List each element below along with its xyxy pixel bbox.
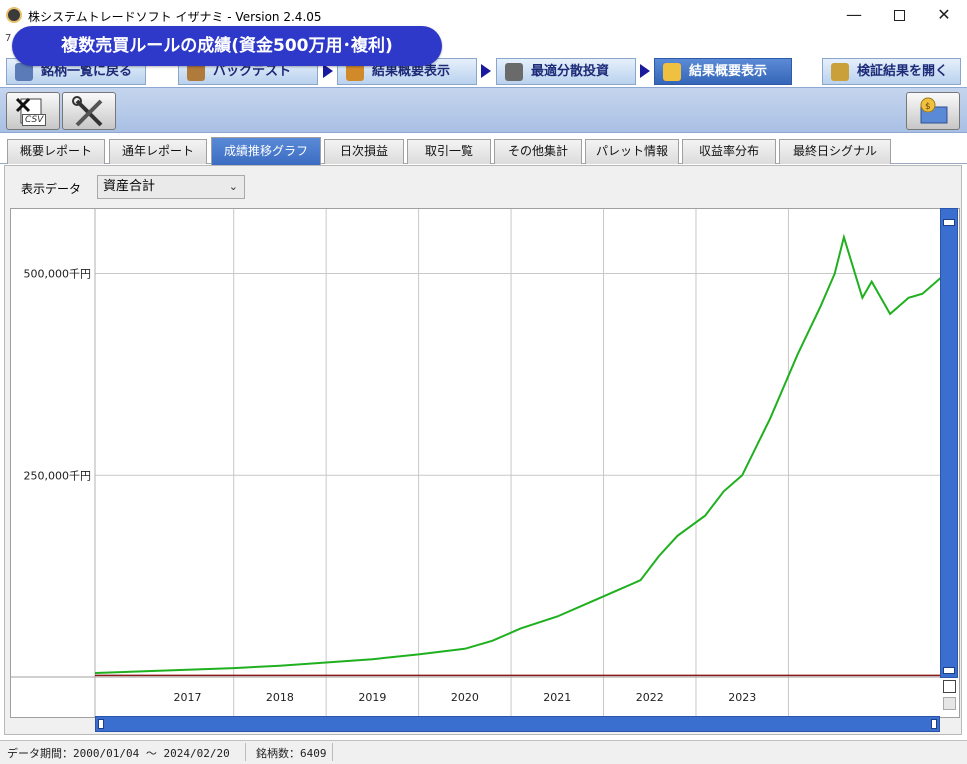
- chart-svg: 250,000千円 500,000千円 2017 2018 2019 2020 2021 20…: [11, 209, 941, 717]
- status-divider: [245, 743, 246, 761]
- horizontal-scroll-thumb-right[interactable]: [931, 719, 937, 729]
- settings-tools-button[interactable]: [62, 92, 116, 130]
- nav-label: 結果概要表示: [372, 64, 451, 79]
- row-digit: 7: [5, 33, 12, 44]
- tab-overview-report[interactable]: 概要レポート: [7, 139, 105, 164]
- y-tick-label: 250,000千円: [24, 469, 92, 482]
- tab-trade-list[interactable]: 取引一覧: [407, 139, 491, 164]
- display-data-label: 表示データ: [21, 182, 82, 196]
- x-tick-label: 2021: [543, 691, 571, 704]
- tab-annual-report[interactable]: 通年レポート: [109, 139, 207, 164]
- tab-palette-info[interactable]: パレット情報: [585, 139, 679, 164]
- toolbar: CSV $: [0, 87, 967, 133]
- bar-chart-icon: [663, 63, 681, 81]
- display-data-value: 資産合計: [103, 179, 156, 194]
- csv-label: CSV: [22, 114, 47, 126]
- money-icon: $: [920, 97, 948, 124]
- maximize-button[interactable]: [876, 0, 922, 30]
- x-tick-label: 2023: [728, 691, 756, 704]
- nav-label: 最適分散投資: [531, 64, 610, 79]
- tab-last-day-signal[interactable]: 最終日シグナル: [779, 139, 891, 164]
- report-tabs: 概要レポート 通年レポート 成績推移グラフ 日次損益 取引一覧 その他集計 パレ…: [0, 134, 967, 165]
- rule-badge: 複数売買ルールの成績(資金500万用･複利): [12, 26, 442, 66]
- window-title: 株システムトレードソフト イザナミ - Version 2.4.05: [28, 10, 322, 24]
- tab-performance-graph[interactable]: 成績推移グラフ: [211, 137, 321, 165]
- nav-open-results[interactable]: 検証結果を開く: [822, 58, 961, 85]
- y-tick-label: 500,000千円: [24, 268, 92, 281]
- chevron-down-icon: ⌄: [228, 180, 238, 193]
- x-tick-label: 2022: [636, 691, 664, 704]
- x-tick-label: 2018: [266, 691, 294, 704]
- calculator-icon: [505, 63, 523, 81]
- tab-other-stats[interactable]: その他集計: [494, 139, 582, 164]
- stock-count: 銘柄数：6409: [256, 747, 327, 760]
- x-tick-label: 2020: [451, 691, 479, 704]
- asset-total-line: [94, 233, 941, 674]
- zoom-toggle-box[interactable]: [943, 680, 956, 693]
- nav-label: 結果概要表示: [689, 64, 768, 79]
- nav-optimal-allocation[interactable]: 最適分散投資: [496, 58, 636, 85]
- nav-label: バックテスト: [213, 64, 292, 79]
- arrow-right-icon: [640, 64, 650, 78]
- svg-text:$: $: [925, 102, 931, 112]
- arrow-right-icon: [481, 64, 491, 78]
- zoom-toggle-box-disabled: [943, 697, 956, 710]
- tab-return-distribution[interactable]: 収益率分布: [682, 139, 776, 164]
- maximize-icon: [893, 10, 905, 21]
- minimize-button[interactable]: —: [831, 0, 877, 30]
- vertical-scrollbar[interactable]: [940, 208, 958, 678]
- horizontal-scroll-thumb-left[interactable]: [98, 719, 104, 729]
- nav-summary-active[interactable]: 結果概要表示: [654, 58, 792, 85]
- nav-label: 検証結果を開く: [857, 64, 949, 79]
- performance-chart: 250,000千円 500,000千円 2017 2018 2019 2020 2021 20…: [10, 208, 960, 718]
- x-tick-label: 2019: [358, 691, 386, 704]
- app-logo-icon: [6, 7, 22, 23]
- data-period: データ期間：2000/01/04 〜 2024/02/20: [7, 747, 230, 760]
- csv-export-button[interactable]: CSV: [6, 92, 60, 130]
- vertical-scroll-thumb-top[interactable]: [943, 219, 955, 226]
- vertical-scroll-thumb-bottom[interactable]: [943, 667, 955, 674]
- display-data-select[interactable]: 資産合計 ⌄: [97, 175, 245, 199]
- status-bar: データ期間：2000/01/04 〜 2024/02/20 銘柄数：6409: [0, 740, 967, 764]
- close-button[interactable]: ✕: [921, 0, 967, 30]
- tab-daily-pnl[interactable]: 日次損益: [324, 139, 404, 164]
- x-tick-label: 2017: [173, 691, 201, 704]
- open-file-icon: [831, 63, 849, 81]
- tools-icon: [72, 96, 103, 127]
- horizontal-scrollbar[interactable]: [95, 716, 940, 732]
- status-divider: [332, 743, 333, 761]
- nav-label: 銘柄一覧に戻る: [41, 64, 133, 79]
- arrow-right-icon: [323, 64, 333, 78]
- money-button[interactable]: $: [906, 92, 960, 130]
